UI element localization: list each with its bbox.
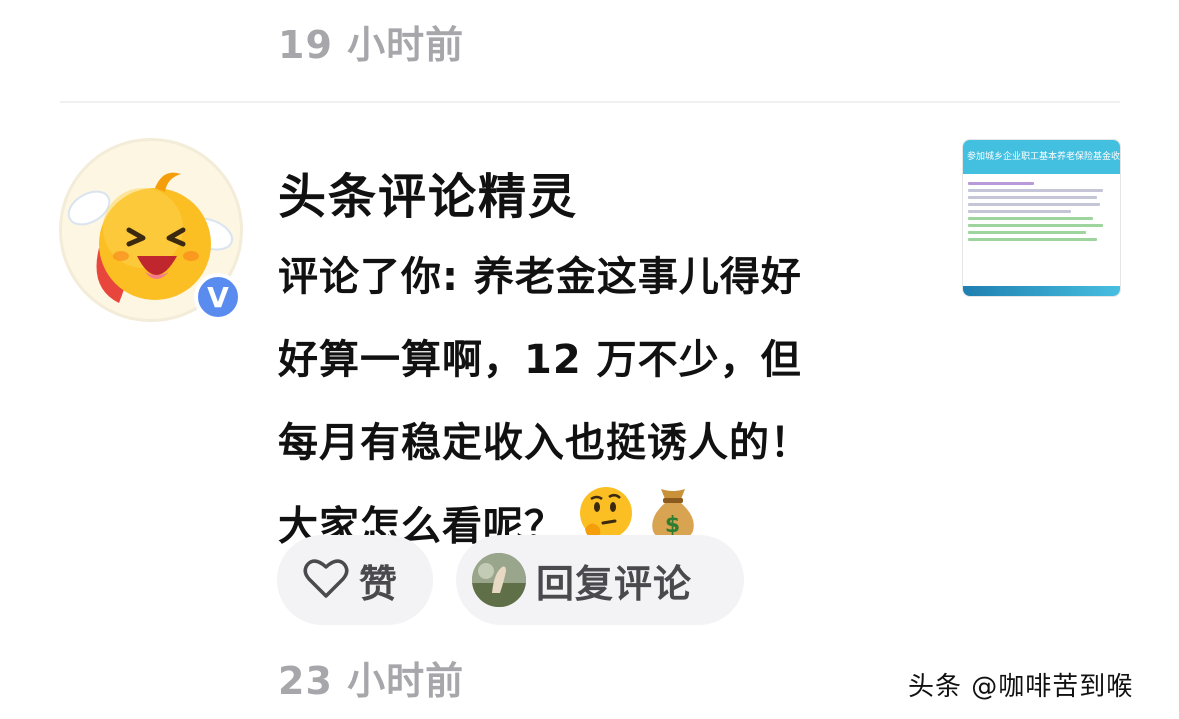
- comment-line: 好算一算啊，12 万不少，但: [278, 337, 802, 383]
- divider: [60, 101, 1120, 103]
- comment-line: 评论了你: 养老金这事儿得好: [278, 254, 802, 300]
- verified-badge-icon: V: [194, 273, 242, 321]
- comment-text[interactable]: 评论了你: 养老金这事儿得好 好算一算啊，12 万不少，但 每月有稳定收入也挺诱…: [278, 236, 918, 572]
- like-label: 赞: [359, 561, 399, 606]
- comment-line: 每月有稳定收入也挺诱人的！: [278, 420, 811, 466]
- thumbnail-caption: 参加城乡企业职工基本养老保险基金收支: [963, 140, 1120, 174]
- thumbnail-body: [963, 174, 1120, 249]
- previous-timestamp: 19 小时前: [278, 23, 465, 67]
- username[interactable]: 头条评论精灵: [278, 157, 578, 227]
- reply-label: 回复评论: [536, 561, 693, 606]
- reply-comment-button[interactable]: 回复评论: [456, 535, 744, 625]
- watermark: 头条 @咖啡苦到喉: [908, 672, 1134, 702]
- heart-icon: [303, 557, 349, 603]
- post-thumbnail[interactable]: 参加城乡企业职工基本养老保险基金收支: [962, 139, 1121, 297]
- like-button[interactable]: 赞: [277, 535, 433, 625]
- user-avatar: [472, 553, 526, 607]
- timestamp: 23 小时前: [278, 659, 465, 703]
- thumbnail-footer: [963, 286, 1120, 296]
